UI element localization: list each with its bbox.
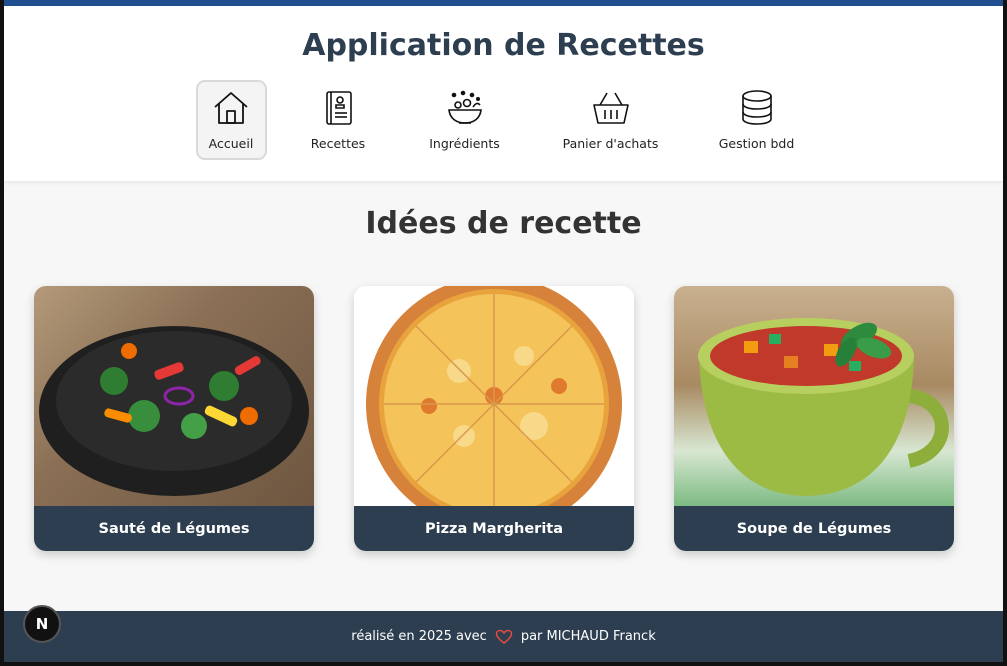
ingredients-bowl-icon <box>447 90 482 124</box>
main-nav: Accueil Recettes Ingrédients Panier d'ac… <box>4 80 1003 160</box>
recipe-book-icon <box>326 91 352 125</box>
footer-suffix: par MICHAUD Franck <box>520 629 656 644</box>
recipe-card[interactable]: Sauté de Légumes <box>34 286 314 551</box>
recipe-card[interactable]: Soupe de Légumes <box>674 286 954 551</box>
nav-item-accueil[interactable]: Accueil <box>195 80 267 160</box>
shopping-basket-icon <box>592 92 629 124</box>
heart-icon <box>495 629 513 644</box>
nav-label: Panier d'achats <box>562 136 659 151</box>
footer: réalisé en 2025 avec par MICHAUD Franck <box>4 611 1003 662</box>
database-icon <box>741 90 772 125</box>
nav-label: Recettes <box>310 136 366 151</box>
card-title: Pizza Margherita <box>354 506 634 551</box>
app-title: Application de Recettes <box>302 28 705 63</box>
pizza-image <box>354 286 634 506</box>
card-title: Soupe de Légumes <box>674 506 954 551</box>
nav-item-ingredients[interactable]: Ingrédients <box>410 80 520 160</box>
nav-label: Accueil <box>208 136 254 151</box>
nav-item-recettes[interactable]: Recettes <box>303 80 374 160</box>
dev-badge-letter: N <box>35 615 49 633</box>
nav-label: Gestion bdd <box>718 136 795 151</box>
recipe-card[interactable]: Pizza Margherita <box>354 286 634 551</box>
section-title: Idées de recette <box>365 206 642 241</box>
dev-tools-badge[interactable]: N <box>23 605 61 643</box>
vegetable-stir-fry-image <box>34 286 314 506</box>
card-title: Sauté de Légumes <box>34 506 314 551</box>
recipe-cards: Sauté de Légumes Pizza Margherita Soupe … <box>34 286 954 551</box>
home-icon <box>214 92 248 124</box>
nav-label: Ingrédients <box>429 136 500 151</box>
footer-prefix: réalisé en 2025 avec <box>351 629 487 644</box>
vegetable-soup-image <box>674 286 954 506</box>
nav-item-panier[interactable]: Panier d'achats <box>556 80 666 160</box>
app-header: Application de Recettes Accueil Recettes… <box>4 6 1003 181</box>
app-frame: Application de Recettes Accueil Recettes… <box>4 0 1003 662</box>
nav-item-gestion-bdd[interactable]: Gestion bdd <box>702 80 812 160</box>
